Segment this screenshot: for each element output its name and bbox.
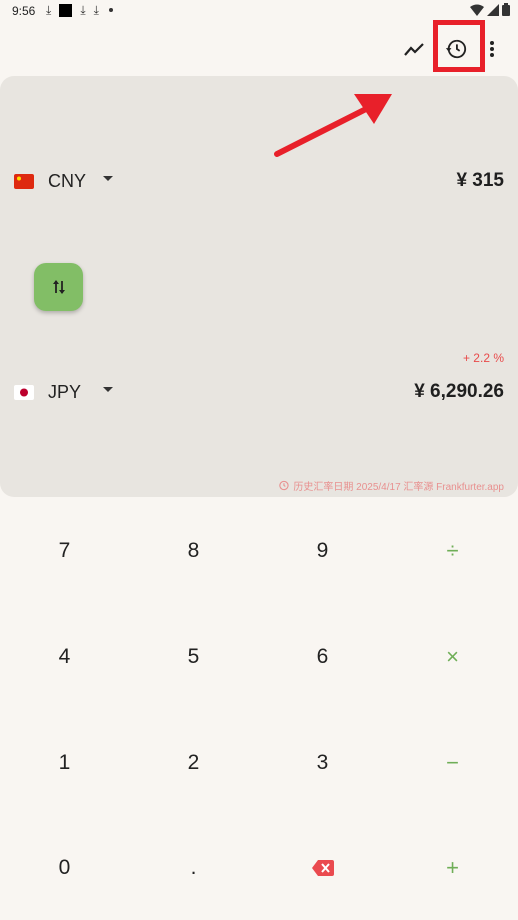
chart-line-icon[interactable] <box>401 36 427 62</box>
backspace-icon <box>311 859 334 876</box>
key-0[interactable]: 0 <box>0 815 129 920</box>
to-currency-code[interactable]: JPY <box>48 382 81 403</box>
key-minus[interactable]: − <box>388 710 517 815</box>
history-icon <box>279 480 289 491</box>
download-icon: ⤓ <box>46 3 52 17</box>
japan-flag-icon <box>14 385 34 400</box>
footnote-text: 历史汇率日期 2025/4/17 汇率源 Frankfurter.app <box>293 482 504 493</box>
download-icon: ⤓ <box>80 3 86 17</box>
key-multiply[interactable]: × <box>388 604 517 709</box>
key-divide[interactable]: ÷ <box>388 498 517 603</box>
download-icon: ⤓ <box>93 3 99 17</box>
key-3[interactable]: 3 <box>258 710 387 815</box>
key-7[interactable]: 7 <box>0 498 129 603</box>
from-amount[interactable]: ¥ 315 <box>456 170 504 192</box>
chevron-down-icon[interactable] <box>103 176 113 181</box>
key-8[interactable]: 8 <box>129 498 258 603</box>
status-notification-icons: ⤓ ⤓ ⤓ <box>46 3 113 17</box>
key-4[interactable]: 4 <box>0 604 129 709</box>
key-plus[interactable]: + <box>388 815 517 920</box>
wifi-icon <box>470 4 484 16</box>
key-9[interactable]: 9 <box>258 498 387 603</box>
converter-card: CNY ¥ 315 + 2.2 % JPY ¥ 6,290.26 历史汇率日期 … <box>0 76 518 497</box>
key-2[interactable]: 2 <box>129 710 258 815</box>
from-currency-code[interactable]: CNY <box>48 171 86 192</box>
chevron-down-icon[interactable] <box>103 387 113 392</box>
battery-icon <box>502 3 510 16</box>
key-1[interactable]: 1 <box>0 710 129 815</box>
status-system-icons <box>470 3 510 16</box>
rate-source-footnote: 历史汇率日期 2025/4/17 汇率源 Frankfurter.app <box>278 478 504 493</box>
highlight-box <box>433 20 485 72</box>
backspace-button[interactable] <box>258 815 387 920</box>
annotation-arrow <box>274 94 392 157</box>
rate-change-badge: + 2.2 % <box>462 351 504 365</box>
status-time: 9:56 <box>12 4 36 18</box>
key-decimal[interactable]: . <box>129 815 258 920</box>
from-currency-row[interactable]: CNY ¥ 315 <box>0 167 518 197</box>
to-amount[interactable]: ¥ 6,290.26 <box>414 381 504 403</box>
more-notifications-dot-icon <box>108 8 113 12</box>
keypad: 7 8 9 ÷ 4 5 6 × 1 2 3 − 0 . + <box>0 498 518 920</box>
key-5[interactable]: 5 <box>129 604 258 709</box>
signal-icon <box>487 3 499 16</box>
notification-square-icon <box>59 3 73 17</box>
to-currency-row[interactable]: JPY ¥ 6,290.26 <box>0 378 518 408</box>
china-flag-icon <box>14 174 34 189</box>
swap-vert-icon <box>52 280 65 294</box>
key-6[interactable]: 6 <box>258 604 387 709</box>
swap-button[interactable] <box>34 263 83 311</box>
